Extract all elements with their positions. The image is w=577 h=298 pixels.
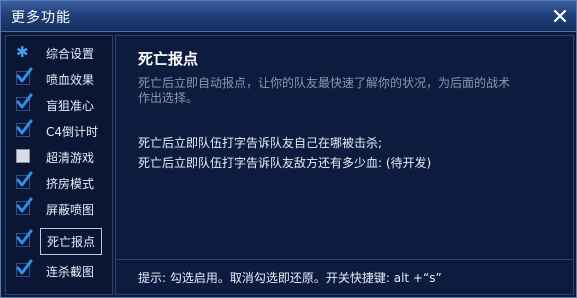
more-features-window: 更多功能 ✱ 综合设置 喷血效果 盲狙准心 C4倒计时 超清游戏 挤房模式 屏蔽… [0, 0, 577, 298]
footer-hint-bar: 提示: 勾选启用。取消勾选即还原。开关快捷键: alt +“s” [116, 259, 573, 294]
sidebar-item-label: 喷血效果 [46, 73, 95, 87]
gear-icon: ✱ [16, 43, 29, 61]
sidebar-item-kill-screenshot[interactable]: 连杀截图 [6, 258, 112, 284]
feature-sidebar: ✱ 综合设置 喷血效果 盲狙准心 C4倒计时 超清游戏 挤房模式 屏蔽喷图 死亡… [5, 35, 113, 295]
sidebar-item-label: 综合设置 [46, 47, 95, 61]
sidebar-item-blind-crosshair[interactable]: 盲狙准心 [6, 92, 112, 118]
sidebar-item-label: C4倒计时 [46, 125, 99, 139]
sidebar-item-general-settings[interactable]: ✱ 综合设置 [6, 40, 112, 66]
content-detail-line: 死亡后立即队伍打字告诉队友敌方还有多少血: (待开发) [138, 156, 432, 170]
sidebar-item-room-squeeze[interactable]: 挤房模式 [6, 170, 112, 196]
checkbox-checked-icon[interactable] [16, 93, 33, 111]
sidebar-item-label: 盲狙准心 [46, 99, 95, 113]
checkbox-checked-icon[interactable] [16, 119, 33, 137]
title-bar[interactable]: 更多功能 [1, 1, 576, 32]
checkbox-checked-icon[interactable] [16, 229, 33, 247]
sidebar-item-label: 屏蔽喷图 [46, 203, 95, 217]
sidebar-item-c4-countdown[interactable]: C4倒计时 [6, 118, 112, 144]
close-icon[interactable] [552, 8, 568, 24]
footer-hint: 提示: 勾选启用。取消勾选即还原。开关快捷键: alt +“s” [138, 271, 442, 285]
sidebar-item-label: 死亡报点 [40, 228, 103, 255]
sidebar-item-label: 挤房模式 [46, 177, 95, 191]
checkbox-checked-icon[interactable] [16, 259, 33, 277]
content-panel: 死亡报点 死亡后立即自动报点，让你的队友最快速了解你的状况，为后面的战术作出选择… [115, 35, 574, 295]
sidebar-item-blood-effect[interactable]: 喷血效果 [6, 66, 112, 92]
sidebar-item-block-spray[interactable]: 屏蔽喷图 [6, 196, 112, 222]
sidebar-item-death-report[interactable]: 死亡报点 [6, 228, 112, 255]
sidebar-item-label: 超清游戏 [46, 151, 95, 165]
checkbox-checked-icon[interactable] [16, 197, 33, 215]
checkbox-checked-icon[interactable] [16, 171, 33, 189]
content-detail-line: 死亡后立即队伍打字告诉队友自己在哪被击杀; [138, 136, 383, 150]
checkbox-empty-icon[interactable] [16, 149, 30, 163]
sidebar-item-label: 连杀截图 [46, 265, 95, 279]
content-title: 死亡报点 [138, 50, 199, 68]
sidebar-item-hd-game[interactable]: 超清游戏 [6, 144, 112, 170]
checkbox-checked-icon[interactable] [16, 67, 33, 85]
window-title: 更多功能 [11, 10, 71, 26]
content-description: 死亡后立即自动报点，让你的队友最快速了解你的状况，为后面的战术作出选择。 [138, 76, 511, 105]
